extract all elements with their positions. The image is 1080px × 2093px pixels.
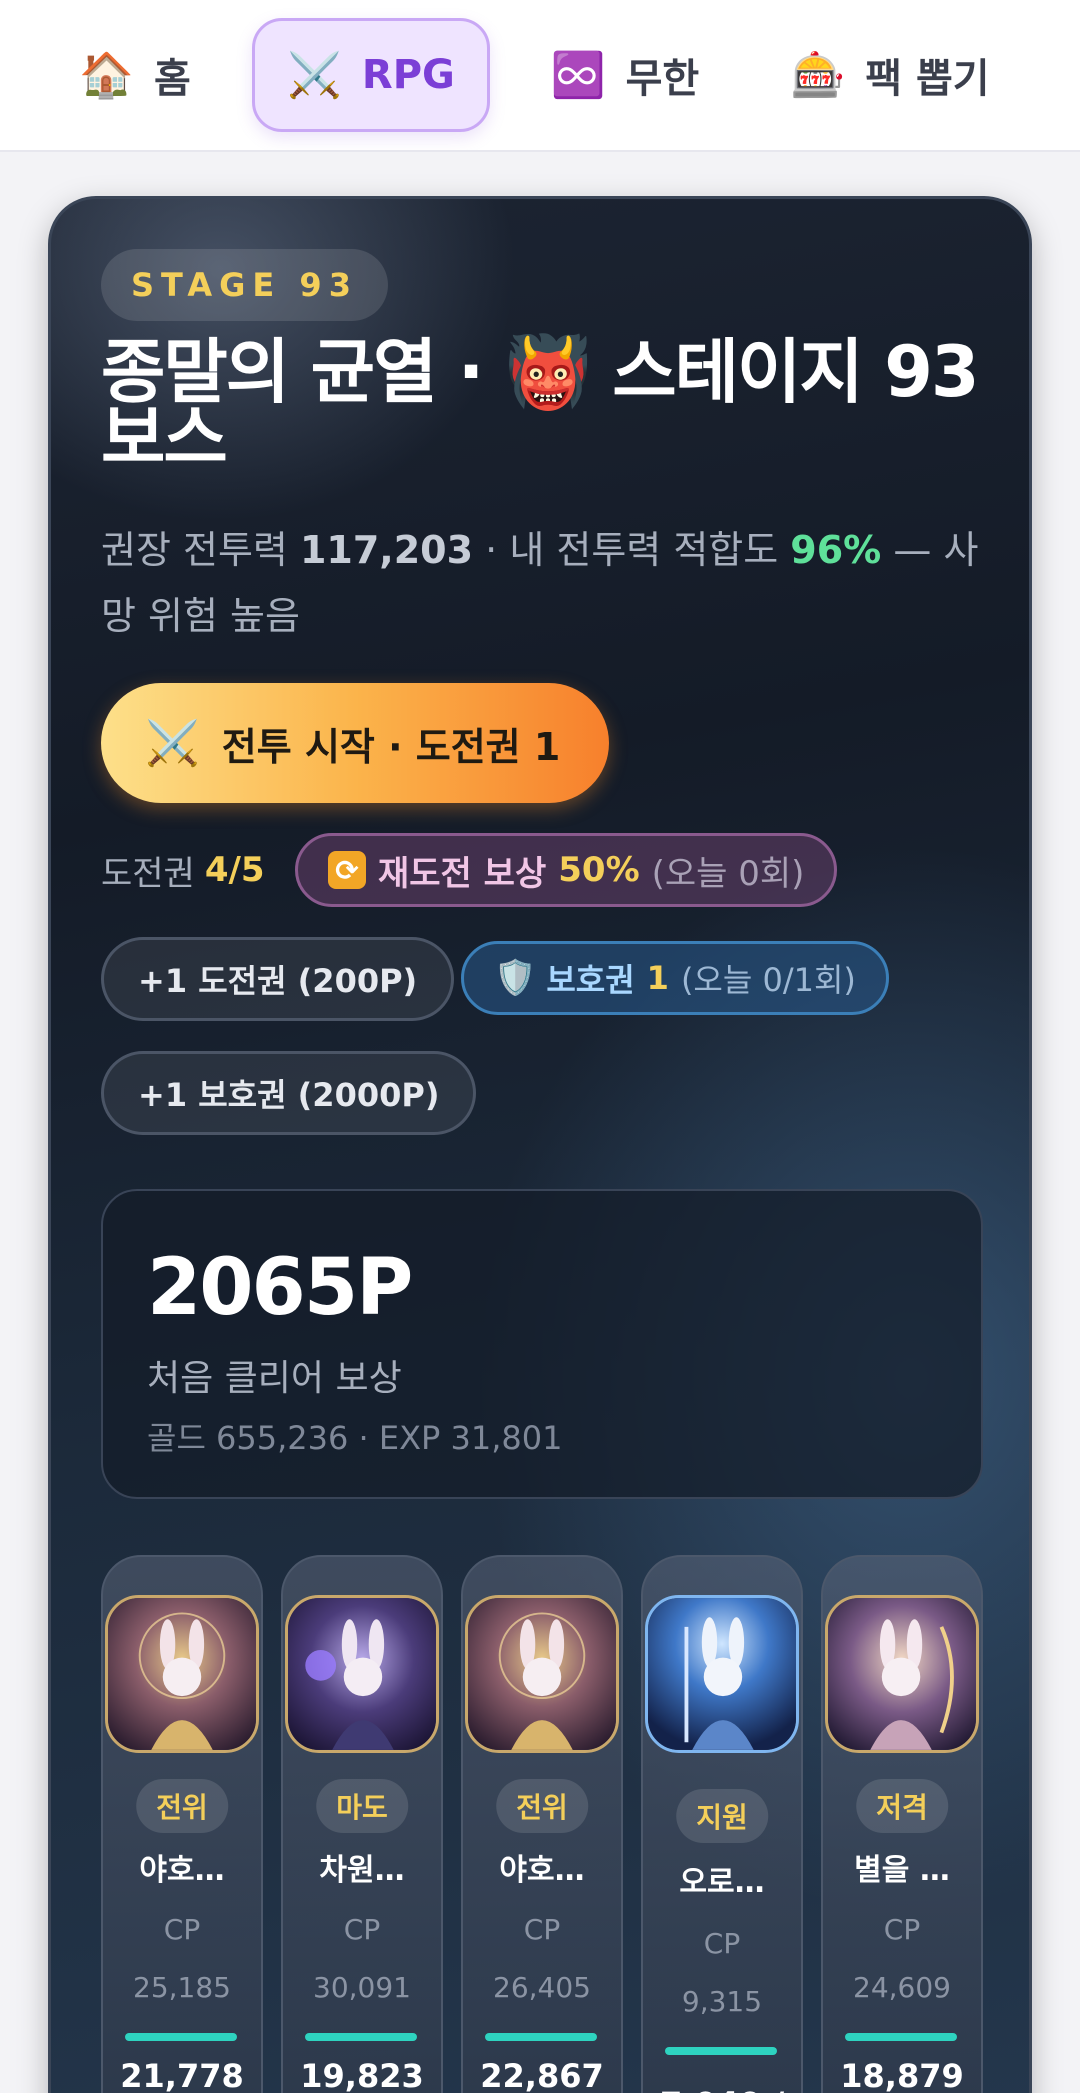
hero-name: 별을 …	[854, 1853, 950, 1888]
hero-power-value: 18,879	[840, 2057, 964, 2093]
hero-power-value: 22,867	[480, 2057, 604, 2093]
stage-card: STAGE 93 종말의 균열 · 👹 스테이지 93 보스 권장 전투력 11…	[48, 196, 1032, 2093]
recommend-value: 117,203	[299, 528, 474, 572]
hero-cp-label: CP	[163, 1913, 201, 1946]
hero-portrait	[645, 1595, 799, 1753]
fit-label: · 내 전투력 적합도	[485, 528, 779, 572]
retry-reward-badge: ⟳ 재도전 보상 50% (오늘 0회)	[295, 833, 838, 907]
reward-label: 처음 클리어 보상	[147, 1358, 402, 1399]
ticket-count: 도전권 4/5	[101, 833, 265, 907]
retry-label: 재도전 보상	[378, 853, 547, 894]
hero-card[interactable]: 전위 야호… CP 26,405 22,867 /	[461, 1555, 623, 2093]
hero-portrait	[285, 1595, 439, 1753]
hero-hp-bar	[845, 2033, 957, 2041]
infinity-icon: ♾️	[550, 50, 606, 101]
hero-name: 야호…	[499, 1853, 585, 1888]
hero-hp-fill	[125, 2033, 237, 2041]
bunny-warrior-portrait	[108, 1598, 256, 1750]
tab-home[interactable]: 🏠 홈	[60, 18, 210, 132]
hero-cp-value: 26,405	[493, 1971, 591, 2004]
tab-home-label: 홈	[153, 56, 191, 102]
hero-portrait	[825, 1595, 979, 1753]
hero-portrait	[105, 1595, 259, 1753]
hero-hp-bar	[485, 2033, 597, 2041]
hero-cp-label: CP	[883, 1913, 921, 1946]
hero-card[interactable]: 전위 야호… CP 25,185 21,778 /	[101, 1555, 263, 2093]
reward-gold-exp: 골드 655,236 · EXP 31,801	[147, 1419, 563, 1457]
hero-hp-fill	[305, 2033, 417, 2041]
tab-rpg-label: RPG	[361, 52, 455, 98]
repeat-icon: ⟳	[328, 851, 366, 889]
hero-card[interactable]: 마도 차원… CP 30,091 19,823 /	[281, 1555, 443, 2093]
tab-infinite[interactable]: ♾️ 무한	[530, 18, 720, 132]
hero-card[interactable]: 지원 오로… CP 9,315 7,040 /	[641, 1555, 803, 2093]
tab-rpg[interactable]: ⚔️ RPG	[252, 18, 490, 132]
ticket-label: 도전권	[101, 853, 195, 894]
reward-points: 2065P	[147, 1243, 413, 1333]
shield-note: (오늘 0/1회)	[680, 961, 856, 999]
stage-recommendation: 권장 전투력 117,203 · 내 전투력 적합도 96% — 사망 위험 높…	[101, 517, 991, 649]
fit-value: 96%	[790, 528, 882, 572]
retry-value: 50%	[558, 850, 640, 890]
hero-portrait	[465, 1595, 619, 1753]
bunny-mage-portrait	[288, 1598, 436, 1750]
hero-hp-fill	[845, 2033, 957, 2041]
tab-pack-draw[interactable]: 🎰 팩 뽑기	[770, 18, 1010, 132]
hero-hp-fill	[665, 2047, 777, 2055]
bunny-support-portrait	[648, 1598, 796, 1750]
bunny-archer-portrait	[828, 1598, 976, 1750]
bunny-warrior-portrait	[468, 1598, 616, 1750]
hero-hp-bar	[665, 2047, 777, 2055]
hero-cp-value: 30,091	[313, 1971, 411, 2004]
crossed-swords-icon: ⚔️	[287, 50, 342, 101]
house-icon: 🏠	[79, 50, 134, 101]
hero-cp-value: 9,315	[681, 1985, 763, 2018]
tab-infinite-label: 무한	[625, 56, 700, 102]
first-clear-reward-box: 2065P 처음 클리어 보상 골드 655,236 · EXP 31,801	[101, 1189, 983, 1499]
hero-hp-bar	[125, 2033, 237, 2041]
hero-name: 야호…	[139, 1853, 225, 1888]
start-battle-label: 전투 시작 · 도전권 1	[221, 724, 561, 769]
hero-cp-label: CP	[703, 1927, 741, 1960]
hero-role-badge: 마도	[316, 1779, 408, 1833]
hero-cp-label: CP	[343, 1913, 381, 1946]
hero-card[interactable]: 저격 별을 … CP 24,609 18,879 /	[821, 1555, 983, 2093]
hero-hp-fill	[485, 2033, 597, 2041]
retry-note: (오늘 0회)	[651, 853, 805, 894]
shield-icon: 🛡️	[494, 958, 537, 998]
hero-hp-bar	[305, 2033, 417, 2041]
hero-cp-value: 24,609	[853, 1971, 951, 2004]
stage-badge: STAGE 93	[101, 249, 388, 321]
crossed-swords-icon: ⚔️	[145, 718, 200, 769]
buy-ticket-button[interactable]: +1 도전권 (200P)	[101, 937, 455, 1021]
hero-power-value: 21,778	[120, 2057, 244, 2093]
ticket-value: 4/5	[204, 850, 265, 890]
hero-cp-value: 25,185	[133, 1971, 231, 2004]
hero-role-badge: 저격	[856, 1779, 948, 1833]
slot-machine-icon: 🎰	[790, 50, 846, 101]
hero-name: 오로…	[679, 1865, 765, 1900]
start-battle-button[interactable]: ⚔️ 전투 시작 · 도전권 1	[101, 683, 609, 803]
shield-value: 1	[646, 959, 669, 997]
hero-cp-label: CP	[523, 1913, 561, 1946]
hero-role-badge: 전위	[496, 1779, 588, 1833]
shield-status-badge: 🛡️ 보호권 1 (오늘 0/1회)	[461, 941, 889, 1015]
recommend-label: 권장 전투력	[101, 528, 288, 572]
shield-label: 보호권	[546, 961, 635, 999]
hero-power-value: 7,040 /	[643, 2085, 801, 2093]
hero-role-badge: 전위	[136, 1779, 228, 1833]
top-navigation: 🏠 홈 ⚔️ RPG ♾️ 무한 🎰 팩 뽑기	[0, 0, 1080, 152]
hero-power-value: 19,823	[300, 2057, 424, 2093]
tab-pack-draw-label: 팩 뽑기	[865, 56, 990, 102]
stage-title: 종말의 균열 · 👹 스테이지 93 보스	[101, 331, 980, 479]
hero-name: 차원…	[319, 1853, 405, 1888]
buy-shield-button[interactable]: +1 보호권 (2000P)	[101, 1051, 477, 1135]
hero-role-badge: 지원	[676, 1789, 768, 1843]
